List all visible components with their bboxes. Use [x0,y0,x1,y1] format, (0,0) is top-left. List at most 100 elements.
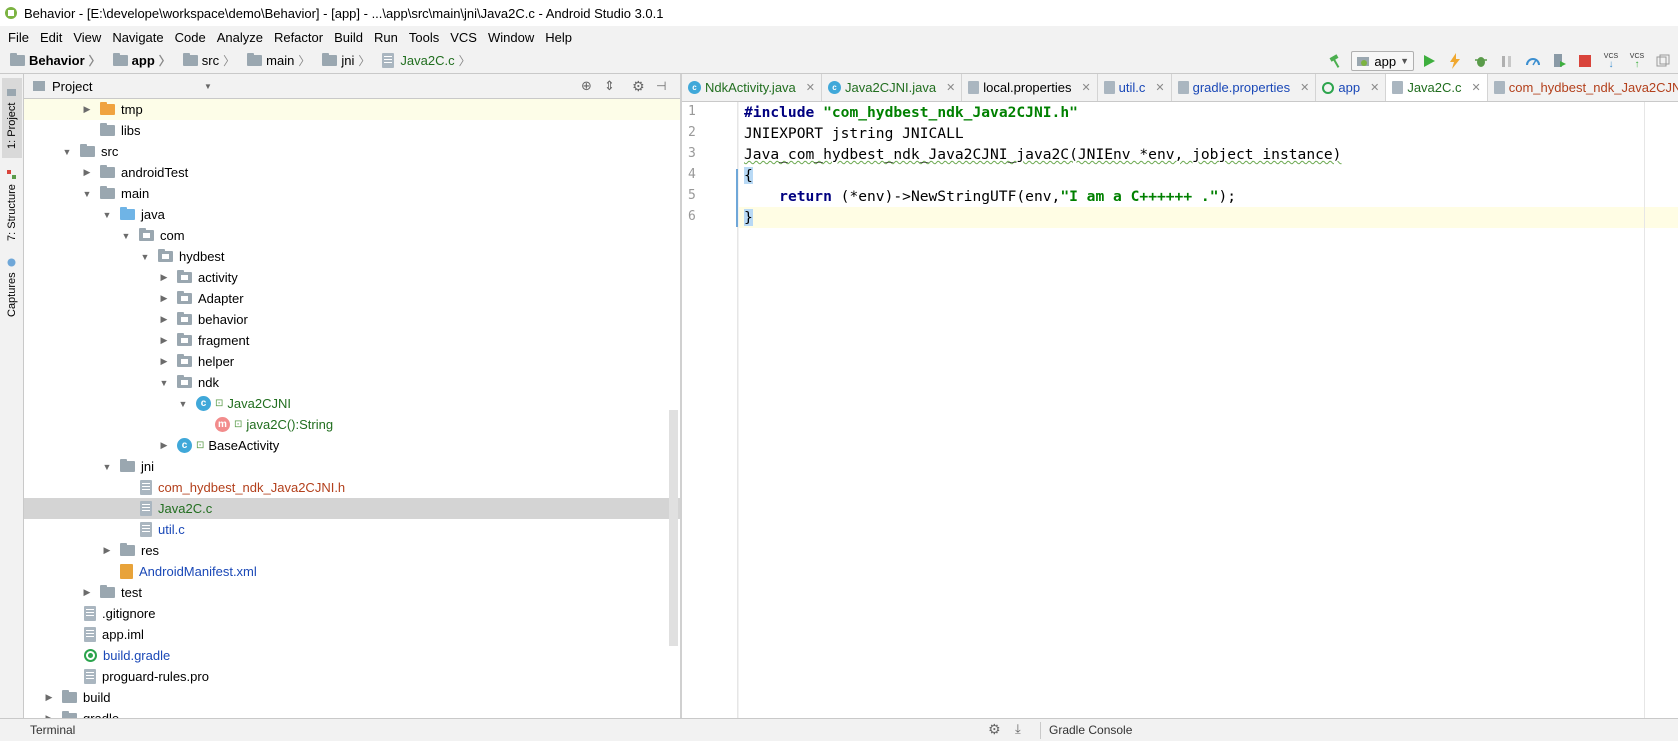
tree-item-java2c-c[interactable]: Java2C.c [24,498,680,519]
close-icon[interactable]: ✕ [946,81,955,94]
chevron-down-icon[interactable]: ▼ [204,82,212,91]
collapse-arrow-icon[interactable]: ▼ [102,210,112,220]
crumb-src[interactable]: src 〉 [182,52,243,69]
tree-item-fragment[interactable]: ▶ fragment [24,330,680,351]
code-fold-marker[interactable] [736,169,738,227]
gear-icon[interactable]: ⚙ [988,721,1001,738]
tree-item-proguard[interactable]: proguard-rules.pro [24,666,680,687]
collapse-arrow-icon[interactable]: ▼ [121,231,131,241]
close-icon[interactable]: ✕ [1155,81,1164,94]
menu-build[interactable]: Build [330,30,370,45]
tree-item-src[interactable]: ▼ src [24,141,680,162]
collapse-arrow-icon[interactable]: ▼ [159,378,169,388]
project-view-select[interactable]: Project [52,79,92,94]
tree-item-jni[interactable]: ▼ jni [24,456,680,477]
tree-item-app-iml[interactable]: app.iml [24,624,680,645]
tree-item-hydbest[interactable]: ▼ hydbest [24,246,680,267]
expand-arrow-icon[interactable]: ▶ [102,545,112,556]
tree-item-behavior[interactable]: ▶ behavior [24,309,680,330]
menu-code[interactable]: Code [171,30,213,45]
build-hammer-button[interactable] [1325,51,1347,71]
tab-java2cjni[interactable]: c Java2CJNI.java ✕ [822,74,963,101]
menu-analyze[interactable]: Analyze [213,30,270,45]
expand-arrow-icon[interactable]: ▶ [159,335,169,346]
tree-item-header-file[interactable]: com_hydbest_ndk_Java2CJNI.h [24,477,680,498]
menu-window[interactable]: Window [484,30,541,45]
menu-file[interactable]: File [4,30,36,45]
menu-view[interactable]: View [69,30,108,45]
tab-local-properties[interactable]: local.properties ✕ [962,74,1098,101]
apply-changes-button[interactable] [1444,51,1466,71]
run-configuration-select[interactable]: app ▼ [1351,51,1414,71]
collapse-arrow-icon[interactable]: ▼ [62,147,72,157]
expand-arrow-icon[interactable]: ▶ [44,692,54,703]
tool-tab-captures[interactable]: Captures [2,252,22,322]
close-icon[interactable]: ✕ [1370,81,1379,94]
expand-arrow-icon[interactable]: ▶ [82,104,92,115]
tree-item-util-c[interactable]: util.c [24,519,680,540]
tree-item-androidtest[interactable]: ▶ androidTest [24,162,680,183]
crumb-java2c[interactable]: Java2C.c 〉 [382,52,478,69]
expand-arrow-icon[interactable]: ▶ [159,356,169,367]
collapse-arrow-icon[interactable]: ▼ [140,252,150,262]
tab-java2c-c[interactable]: Java2C.c ✕ [1386,74,1488,101]
close-icon[interactable]: ✕ [806,81,815,94]
history-button[interactable] [1652,51,1674,71]
expand-arrow-icon[interactable]: ▶ [159,314,169,325]
tree-item-com[interactable]: ▼ com [24,225,680,246]
tree-item-manifest[interactable]: AndroidManifest.xml [24,561,680,582]
menu-tools[interactable]: Tools [405,30,446,45]
code-editor[interactable]: #include "com_hydbest_ndk_Java2CJNI.h" J… [739,102,1678,718]
gradle-console-tab[interactable]: Gradle Console [1049,723,1132,737]
tree-item-build-gradle[interactable]: build.gradle [24,645,680,666]
crumb-jni[interactable]: jni 〉 [322,52,378,69]
profile-button[interactable] [1522,51,1544,71]
menu-vcs[interactable]: VCS [446,30,484,45]
tab-header-file[interactable]: com_hydbest_ndk_Java2CJNI.h [1488,74,1678,101]
expand-arrow-icon[interactable]: ▶ [159,440,169,451]
stop-button[interactable] [1574,51,1596,71]
attach-debugger-button[interactable] [1496,51,1518,71]
menu-edit[interactable]: Edit [36,30,69,45]
menu-navigate[interactable]: Navigate [108,30,170,45]
tree-item-libs[interactable]: ▶libs [24,120,680,141]
tree-item-test[interactable]: ▶ test [24,582,680,603]
collapse-arrow-icon[interactable]: ▼ [82,189,92,199]
debug-button[interactable] [1470,51,1492,71]
tab-util-c[interactable]: util.c ✕ [1098,74,1172,101]
expand-arrow-icon[interactable]: ▶ [82,167,92,178]
tree-item-gradle[interactable]: ▶gradle [24,708,680,718]
close-icon[interactable]: ✕ [1081,81,1090,94]
menu-help[interactable]: Help [541,30,579,45]
tool-tab-project[interactable]: 1: Project [2,78,22,158]
scroll-from-source-icon[interactable]: ⊕ [581,78,592,94]
crumb-main[interactable]: main 〉 [247,52,318,69]
tree-item-tmp[interactable]: ▶ tmp [24,99,680,120]
run-button[interactable] [1418,51,1440,71]
menu-refactor[interactable]: Refactor [270,30,330,45]
tree-item-main[interactable]: ▼ main [24,183,680,204]
tree-item-java2c-method[interactable]: ▶m⊡java2C():String [24,414,680,435]
expand-arrow-icon[interactable]: ▶ [159,272,169,283]
tab-app[interactable]: app ✕ [1316,74,1387,101]
tree-item-activity[interactable]: ▶ activity [24,267,680,288]
menu-run[interactable]: Run [370,30,405,45]
tree-item-baseactivity[interactable]: ▶ c ⊡ BaseActivity [24,435,680,456]
tree-item-res[interactable]: ▶ res [24,540,680,561]
tree-item-build[interactable]: ▶ build [24,687,680,708]
tree-item-java2cjni[interactable]: ▼ c ⊡ Java2CJNI [24,393,680,414]
collapse-all-icon[interactable]: ⇕ [604,78,615,94]
tree-item-ndk[interactable]: ▼ ndk [24,372,680,393]
vcs-update-button[interactable]: VCS ↓ [1600,51,1622,71]
tree-item-adapter[interactable]: ▶ Adapter [24,288,680,309]
run-tests-button[interactable] [1548,51,1570,71]
hide-panel-icon[interactable]: ⊣ [656,79,666,93]
gear-icon[interactable]: ⚙ [632,78,645,95]
terminal-tab[interactable]: Terminal [30,723,75,737]
close-icon[interactable]: ✕ [1300,81,1309,94]
tool-tab-structure[interactable]: 7: Structure [2,162,22,248]
tab-gradle-properties[interactable]: gradle.properties ✕ [1172,74,1317,101]
expand-arrow-icon[interactable]: ▶ [82,587,92,598]
crumb-app[interactable]: app 〉 [112,52,179,69]
tree-item-gitignore[interactable]: .gitignore [24,603,680,624]
